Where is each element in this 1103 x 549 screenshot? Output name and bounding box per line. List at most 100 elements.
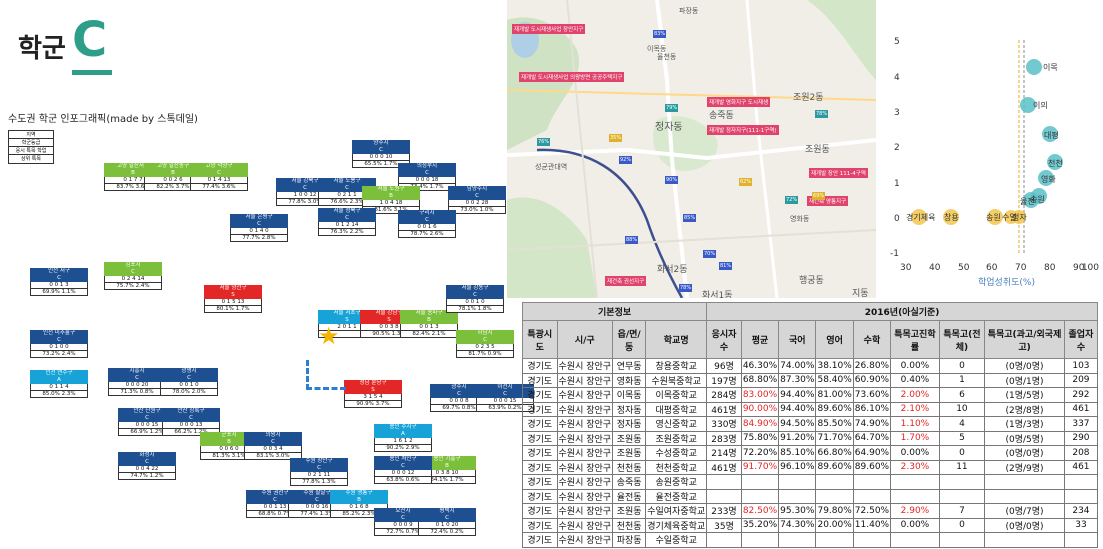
table-row[interactable]: 경기도 수원시 장안구 파장동 수일중학교 — [522, 532, 1099, 548]
region-grade: C — [398, 217, 456, 224]
school-pin[interactable]: 69% — [812, 192, 826, 200]
table-row[interactable]: 경기도 수원시 장안구 연무동 창용중학교 96명 46.30% 74.00% 38.10% 2… — [522, 358, 1099, 374]
table-row[interactable]: 경기도 수원시 장안구 영화동 수원북중학교 197명 68.80% 87.30% 58.40… — [522, 372, 1099, 388]
table-cell: 율전동 — [612, 488, 647, 504]
region-stats: 78.1% 1.8% — [446, 306, 504, 313]
x-tick: 40 — [929, 263, 941, 273]
map-label: 지동 — [852, 289, 869, 298]
table-row[interactable]: 경기도 수원시 장안구 천천동 경기체육중학교 35명 35.20% 74.30% 20.00… — [522, 517, 1099, 533]
school-pin[interactable]: 76% — [537, 138, 551, 146]
region-stats: 0 1 4 13 — [190, 177, 248, 184]
region-tile[interactable]: 서울 성북구 C 0 1 2 14 76.3% 2.2% — [318, 208, 376, 236]
table-cell: 91.20% — [778, 430, 817, 446]
region-tile[interactable]: 인천 미추홀구 C 0 1 0 0 73.2% 2.4% — [30, 330, 88, 358]
school-pin[interactable]: 92% — [619, 156, 633, 164]
table-cell: 1.10% — [890, 416, 940, 432]
table-cell: 수원시 장안구 — [556, 401, 614, 417]
region-stats: 75.7% 2.4% — [104, 283, 162, 290]
region-name: 성남 분당구 — [344, 380, 402, 387]
school-pin[interactable]: 62% — [739, 178, 753, 186]
region-name: 용인 처인구 — [374, 456, 432, 463]
region-tile[interactable]: 서울 송파구 B 0 0 1 3 82.4% 2.1% — [400, 310, 458, 338]
region-tile[interactable]: 화성시 C 0 0 4 22 74.7% 1.2% — [118, 452, 176, 480]
table-cell: (1명/3명) — [984, 416, 1065, 432]
map-tag[interactable]: 재개발 도시재생사업 의왕방면 공공주택지구 — [519, 72, 625, 82]
region-tile[interactable]: 서울 강동구 C 0 0 1 0 78.1% 1.8% — [446, 285, 504, 313]
school-pin[interactable]: 78% — [679, 284, 693, 292]
region-tile[interactable]: 성남 분당구 S 3 1 5 4 90.9% 3.7% — [344, 380, 402, 408]
region-stats: 0 0 3 4 — [244, 446, 302, 453]
region-tile[interactable]: 용인 처인구 C 0 0 0 12 63.8% 0.6% — [374, 456, 432, 484]
region-tile[interactable]: 용인 수지구 A 1 6 1 2 90.2% 2.9% — [374, 424, 432, 452]
table-row[interactable]: 경기도 수원시 장안구 조원동 수일여자중학교 233명 82.50% 95.30% 79.8… — [522, 503, 1099, 519]
region-tile[interactable]: 하남시 C 0 2 3 5 81.7% 0.9% — [456, 330, 514, 358]
school-pin[interactable]: 35% — [609, 134, 623, 142]
region-grade: C — [230, 221, 288, 228]
x-tick: 80 — [1044, 263, 1056, 273]
region-tile[interactable]: 남양주시 C 0 0 2 28 73.0% 1.0% — [448, 186, 506, 214]
region-tile[interactable]: 수원 장안구 C 0 2 1 11 77.8% 1.3% — [290, 458, 348, 486]
table-row[interactable]: 경기도 수원시 장안구 송죽동 송원중학교 — [522, 474, 1099, 490]
region-tile[interactable]: 고양 덕양구 C 0 1 4 13 77.4% 3.6% — [190, 163, 248, 191]
map-tag[interactable]: 재개발 장안 111-4구역 — [809, 168, 868, 178]
district-map[interactable]: 파장동 이목동 정자동 조원동 성균관대역 영화동 화서2동 화서1동 지동 행… — [507, 0, 876, 298]
table-cell: 95.30% — [778, 503, 817, 519]
region-stats: 0 0 1 3 — [30, 282, 88, 289]
school-pin[interactable]: 90% — [665, 176, 679, 184]
map-tag[interactable]: 재건축 권선지구 — [605, 276, 647, 286]
point-label: 경기체육 — [906, 212, 935, 222]
region-stats: 76.3% 2.2% — [318, 229, 376, 236]
region-name: 김포시 — [104, 262, 162, 269]
map-tag[interactable]: 재개발 정자지구(111-1구역) — [707, 125, 779, 135]
school-pin[interactable]: 70% — [703, 250, 717, 258]
table-cell: 2.30% — [890, 459, 940, 475]
map-tag[interactable]: 재개발 도시재생사업 장안지구 — [512, 24, 586, 34]
school-pin[interactable]: 83% — [653, 30, 667, 38]
table-cell — [938, 488, 986, 504]
region-tile[interactable]: 의왕시 C 0 0 3 4 83.1% 3.0% — [244, 432, 302, 460]
region-grade: B — [330, 497, 388, 504]
region-name: 용인 수지구 — [374, 424, 432, 431]
table-cell: 경기도 — [522, 401, 558, 417]
table-cell: 조원동 — [612, 503, 647, 519]
region-name: 평택시 — [418, 508, 476, 515]
region-stats: 0 1 0 20 — [418, 522, 476, 529]
table-cell: 경기체육중학교 — [645, 517, 708, 533]
region-grade: C — [418, 515, 476, 522]
region-tile[interactable]: 인천 서구 C 0 0 1 3 69.9% 1.1% — [30, 268, 88, 296]
school-pin[interactable]: 88% — [625, 236, 639, 244]
table-row[interactable]: 경기도 수원시 장안구 정자동 영신중학교 330명 84.90% 94.50% 85.50%… — [522, 416, 1099, 432]
region-tile[interactable]: 구리시 C 0 0 1 6 78.7% 2.6% — [398, 210, 456, 238]
region-tile[interactable]: 인천 연수구 A 0 1 1 4 85.0% 2.3% — [30, 370, 88, 398]
region-name: 남양주시 — [448, 186, 506, 193]
region-tile[interactable]: 서울 양천구 S 0 1 5 13 80.1% 1.7% — [204, 285, 262, 313]
table-row[interactable]: 경기도 수원시 장안구 정자동 대평중학교 461명 90.00% 94.40% 89.60%… — [522, 401, 1099, 417]
table-row[interactable]: 경기도 수원시 장안구 율전동 율전중학교 — [522, 488, 1099, 504]
table-row[interactable]: 경기도 수원시 장안구 천천동 천천중학교 461명 91.70% 96.10% 89.60%… — [522, 459, 1099, 475]
school-pin[interactable]: 72% — [785, 196, 799, 204]
table-cell: 수원시 장안구 — [556, 532, 614, 548]
region-tile[interactable]: 시흥시 C 0 0 0 20 71.3% 0.8% — [108, 368, 166, 396]
school-pin[interactable]: 78% — [815, 110, 829, 118]
table-row[interactable]: 경기도 수원시 장안구 이목동 이목중학교 284명 83.00% 94.40% 81.00%… — [522, 387, 1099, 403]
region-tile[interactable]: 광명시 C 0 0 1 0 78.0% 2.0% — [160, 368, 218, 396]
region-tile[interactable]: 평택시 C 0 1 0 20 72.4% 0.2% — [418, 508, 476, 536]
table-row[interactable]: 경기도 수원시 장안구 조원동 조원중학교 283명 75.80% 91.20% 71.70%… — [522, 430, 1099, 446]
school-pin[interactable]: 79% — [665, 104, 679, 112]
school-pin[interactable]: 85% — [683, 214, 697, 222]
table-cell: 74.30% — [778, 517, 817, 533]
table-cell: 0.00% — [890, 445, 940, 461]
region-tile[interactable]: 서울 은평구 C 0 1 4 0 77.7% 2.8% — [230, 214, 288, 242]
table-cell: 461명 — [706, 459, 742, 475]
table-row[interactable]: 경기도 수원시 장안구 조원동 수성중학교 214명 72.20% 85.10% 66.80%… — [522, 445, 1099, 461]
map-label: 정자동 — [655, 122, 683, 133]
table-cell: 89.60% — [852, 459, 892, 475]
column-header: 수학 — [852, 320, 892, 359]
region-stats: 0 0 0 10 — [352, 154, 410, 161]
table-cell: 103 — [1063, 358, 1099, 374]
map-tag[interactable]: 재개발 영화지구 도시재생 — [707, 97, 771, 107]
region-name: 인천 미추홀구 — [30, 330, 88, 337]
region-tile[interactable]: 김포시 C 0 2 4 14 75.7% 2.4% — [104, 262, 162, 290]
column-header: 특목고(전체) — [938, 320, 986, 359]
school-pin[interactable]: 81% — [719, 262, 733, 270]
